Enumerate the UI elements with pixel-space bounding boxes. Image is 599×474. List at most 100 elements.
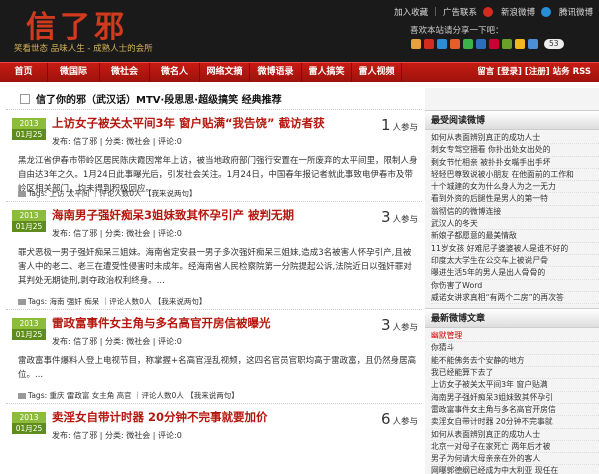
- date-day: 01月25: [12, 221, 46, 232]
- date-day: 01月25: [12, 129, 46, 140]
- site-slogan: 笑看世态 品味人生 - 成熟人士的会所: [14, 44, 153, 54]
- sohu-share-icon[interactable]: [502, 39, 512, 49]
- participant-label: 人参与: [392, 123, 418, 133]
- sidebar-list-item[interactable]: 你猜斗: [431, 342, 599, 355]
- post-title[interactable]: 海南男子强奸痴呆3姐妹致其怀孕引产 被判无期: [52, 207, 294, 223]
- qzone-share-icon[interactable]: [411, 39, 421, 49]
- date-badge: 2013 01月25: [12, 412, 46, 434]
- date-year: 2013: [12, 118, 46, 129]
- post-title[interactable]: 雷政富事件女主角与多名高官开房信被曝光: [52, 315, 271, 331]
- sidebar-list-item[interactable]: 11岁女孩 好难尼子婆婆被人是谁不好的: [431, 243, 599, 255]
- sidebar-list-item[interactable]: 如何从表面辨别真正的成功人士: [431, 429, 599, 441]
- sidebar-list-item[interactable]: 网曝郭德纲已经成为中大利亚 现任在: [431, 465, 599, 474]
- tqq-share-icon[interactable]: [437, 39, 447, 49]
- sidebar-list-item[interactable]: 翁彻信的的微博连接: [431, 206, 599, 219]
- sidebar-list-item[interactable]: 你伤害了Word: [431, 280, 599, 292]
- post-tags: Tags: 海南 强奸 痴呆 ｜评论人数0人 【我来说两句】: [18, 296, 206, 307]
- more-share-icon[interactable]: [528, 39, 538, 49]
- sidebar-list-item[interactable]: 十个城建的女为什么身人为之一无力: [431, 181, 599, 194]
- post-meta: 发布: 信了邪 | 分类: 微社会 | 评论:0: [52, 431, 182, 440]
- post-title[interactable]: 上访女子被关太平间3年 窗户贴满“我告饶” 截访者获: [52, 115, 325, 131]
- sidebar-list-item[interactable]: 剩女节忙相亲 被扑扑女嘴手出手坏: [431, 157, 599, 169]
- hot-weibo-heading: 最受阅读微博: [425, 110, 599, 130]
- participant-number: 3: [380, 316, 391, 334]
- post-tags: Tags: 上访 太平间 ｜评论人数0人 【我来说两句】: [18, 188, 196, 199]
- sina-weibo-link[interactable]: 新浪微博: [501, 6, 535, 18]
- ad-contact-link[interactable]: 广告联系: [443, 6, 477, 18]
- nav-celebrity[interactable]: 微名人: [150, 63, 200, 82]
- nav-quotes[interactable]: 微博语录: [250, 63, 302, 82]
- participant-label: 人参与: [392, 417, 418, 427]
- top-links: 加入收藏 | 广告联系 新浪微博 腾讯微博: [394, 6, 593, 18]
- tag-icon: [18, 393, 26, 399]
- sidebar-list-item[interactable]: 新娘子都愿意的最美情敌: [431, 230, 599, 243]
- sidebar-list-item[interactable]: 上访女子被关太平间3年 窗户贴满: [431, 379, 599, 392]
- renren-share-icon[interactable]: [450, 39, 460, 49]
- main-content: 信了你的邪（武汉话）MTV·段思思·超级搞笑 经典推荐 2013 01月25 上…: [6, 88, 422, 474]
- sidebar-list-item[interactable]: 卖淫女自带计时器 20分钟不完事就: [431, 416, 599, 429]
- post-title[interactable]: 卖淫女自带计时器 20分钟不完事就要加价: [52, 409, 268, 425]
- sidebar-list-item[interactable]: 能不能佛务去个安静的地方: [431, 355, 599, 368]
- tencent-weibo-link[interactable]: 腾讯微博: [559, 6, 593, 18]
- sina-share-icon[interactable]: [424, 39, 434, 49]
- tag-icon: [18, 299, 26, 305]
- nav-video[interactable]: 雷人视频: [352, 63, 402, 82]
- post-tags-text[interactable]: Tags: 海南 强奸 痴呆 ｜评论人数0人 【我来说两句】: [28, 297, 206, 306]
- post-meta: 发布: 信了邪 | 分类: 微社会 | 评论:0: [52, 337, 182, 346]
- sidebar-list-item[interactable]: 看到外资的后腿性是男人的第一特: [431, 193, 599, 206]
- kaixin-share-icon[interactable]: [476, 39, 486, 49]
- post-meta: 发布: 信了邪 | 分类: 微社会 | 评论:0: [52, 229, 182, 238]
- nav-home[interactable]: 首页: [0, 63, 48, 82]
- nav-international[interactable]: 微国际: [48, 63, 100, 82]
- sidebar-list-item[interactable]: 幽默管理: [431, 330, 599, 343]
- post-tags: Tags: 重庆 雷政富 女主角 高官 ｜评论人数0人 【我来说两句】: [18, 390, 239, 401]
- participant-count: 6 人参与: [381, 410, 418, 428]
- add-favorite-link[interactable]: 加入收藏: [394, 6, 428, 18]
- date-year: 2013: [12, 210, 46, 221]
- sidebar-list-item[interactable]: 如何从表面辨别真正的成功人士: [431, 132, 599, 145]
- nav-account-links[interactable]: 留言 [登录] [注册] 站务 RSS: [477, 63, 591, 82]
- sidebar-list-item[interactable]: 海南男子强奸痴呆3姐妹致其怀孕引: [431, 392, 599, 404]
- date-badge: 2013 01月25: [12, 118, 46, 140]
- participant-number: 3: [380, 208, 391, 226]
- nav-funny[interactable]: 雷人搞笑: [302, 63, 352, 82]
- nav-society[interactable]: 微社会: [100, 63, 150, 82]
- netease-share-icon[interactable]: [489, 39, 499, 49]
- sidebar: 最受阅读微博 如何从表面辨别真正的成功人士 刺女专驾空捆看 你扑出处女出处的 剩女节…: [425, 88, 599, 474]
- sidebar-list-item[interactable]: 曝进生活5年的男人是出人骨骨的: [431, 267, 599, 280]
- sidebar-list-item[interactable]: 我已经能算下去了: [431, 367, 599, 380]
- post-item: 2013 01月25 卖淫女自带计时器 20分钟不完事就要加价 发布: 信了邪 …: [6, 404, 422, 464]
- sidebar-list-item[interactable]: 武汉人的冬天: [431, 218, 599, 231]
- post-excerpt: 雷政富事件爆料人登上电视节目，称掌握+名高官淫乱视频，这四名官员官职均高于雷政富…: [18, 356, 417, 380]
- sidebar-list-item[interactable]: 雷政富事件女主角与多名高官开房信: [431, 404, 599, 417]
- post-tags-text[interactable]: Tags: 上访 太平间 ｜评论人数0人 【我来说两句】: [28, 189, 196, 198]
- sidebar-list-item[interactable]: 男子为何请大母亲亲在外的客人: [431, 453, 599, 466]
- hot-weibo-list: 如何从表面辨别真正的成功人士 刺女专驾空捆看 你扑出处女出处的 剩女节忙相亲 被扑扑…: [425, 130, 599, 308]
- date-badge: 2013 01月25: [12, 210, 46, 232]
- participant-number: 6: [380, 410, 391, 428]
- nav-digest[interactable]: 网络文摘: [200, 63, 250, 82]
- site-logo[interactable]: 信了邪: [26, 2, 128, 46]
- featured-topic[interactable]: 信了你的邪（武汉话）MTV·段思思·超级搞笑 经典推荐: [6, 88, 422, 110]
- post-item: 2013 01月25 雷政富事件女主角与多名高官开房信被曝光 发布: 信了邪 |…: [6, 310, 422, 404]
- sidebar-list-item[interactable]: 印度太大学生在公交车上被说尸骨: [431, 255, 599, 268]
- topic-title[interactable]: 信了你的邪（武汉话）MTV·段思思·超级搞笑 经典推荐: [36, 91, 282, 106]
- topic-checkbox-icon: [20, 93, 30, 104]
- sidebar-list-item[interactable]: 刺女专驾空捆看 你扑出处女出处的: [431, 144, 599, 157]
- sina-weibo-icon: [482, 7, 493, 17]
- sidebar-list-item[interactable]: 北京一对母子在家死亡 两年后才被: [431, 441, 599, 454]
- separator: |: [434, 7, 437, 17]
- post-excerpt: 罪犬恶极一男子强奸痴呆三姐妹。海南省定安县一男子多次强奸痴呆三姐妹,造成3名被害…: [18, 248, 412, 286]
- main-nav: 首页 微国际 微社会 微名人 网络文摘 微博语录 雷人搞笑 雷人视频 留言 [登…: [0, 62, 599, 82]
- sidebar-list-item[interactable]: 威诺女讲求真相“有两个二房”的再次答: [431, 292, 599, 305]
- date-day: 01月25: [12, 423, 46, 434]
- post-tags-text[interactable]: Tags: 重庆 雷政富 女主角 高官 ｜评论人数0人 【我来说两句】: [28, 391, 239, 400]
- share-icons: 53: [411, 39, 564, 49]
- baidu-share-icon[interactable]: [515, 39, 525, 49]
- douban-share-icon[interactable]: [463, 39, 473, 49]
- post-item: 2013 01月25 海南男子强奸痴呆3姐妹致其怀孕引产 被判无期 发布: 信了…: [6, 202, 422, 310]
- share-count: 53: [544, 39, 564, 49]
- sidebar-list-item[interactable]: 轻轻巴尊致说被小朋友 在他面前的工作和: [431, 169, 599, 182]
- new-weibo-heading: 最新微博文章: [425, 308, 599, 329]
- date-badge: 2013 01月25: [12, 318, 46, 340]
